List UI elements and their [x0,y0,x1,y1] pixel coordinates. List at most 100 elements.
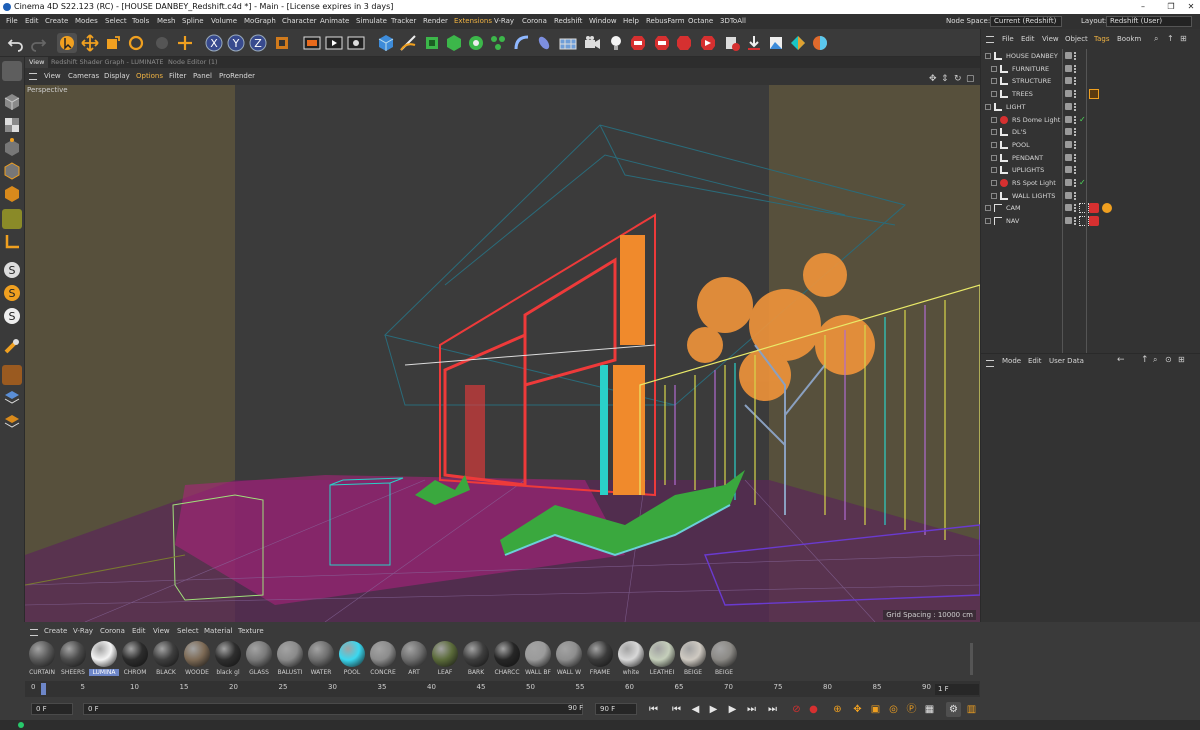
end-frame-field[interactable]: 90 F [595,703,637,715]
redshift-object-icon[interactable] [674,33,694,53]
expand-toggle-icon[interactable] [985,53,991,59]
object-row[interactable]: CAM [981,202,1200,215]
material-swatch[interactable]: BARK [461,641,491,679]
menu-mograph[interactable]: MoGraph [244,14,276,29]
key-parameter-icon[interactable]: Ⓟ [904,702,919,717]
menu-volume[interactable]: Volume [211,14,237,29]
auto-key-button[interactable]: ● [806,702,821,717]
expand-toggle-icon[interactable] [991,129,997,136]
material-swatch[interactable]: ART [399,641,429,679]
previous-key-button[interactable]: ⏮ [669,702,684,717]
search-icon[interactable]: ⌕ [1153,355,1157,365]
om-menu-view[interactable]: View [1042,31,1059,47]
mm-menu-corona[interactable]: Corona [100,627,125,635]
enabled-check-icon[interactable]: ✓ [1079,177,1086,190]
redshift-tag-icon[interactable] [1089,216,1099,227]
back-arrow-icon[interactable]: ← [1117,355,1125,365]
menu-modes[interactable]: Modes [75,14,98,29]
layer-checkbox[interactable] [1065,115,1072,123]
layer-checkbox[interactable] [1065,217,1072,225]
coordinate-system-icon[interactable] [272,33,292,53]
object-row[interactable]: FURNITURE [981,63,1200,76]
expand-toggle-icon[interactable] [991,78,997,85]
om-menu-edit[interactable]: Edit [1021,31,1035,47]
texture-mode-icon[interactable] [2,115,22,135]
brush-tool-icon[interactable] [2,336,22,356]
material-swatch[interactable]: WATER [306,641,336,679]
uv-mode-icon[interactable] [2,209,22,229]
material-swatch[interactable]: CHARCC [492,641,522,679]
menu-tools[interactable]: Tools [132,14,149,29]
x-axis-lock-button[interactable]: X [204,33,224,53]
key-rotation-icon[interactable]: ◎ [886,702,901,717]
menu-vray[interactable]: V-Ray [494,14,514,29]
keyframe-selection-icon[interactable]: ⊕ [830,702,845,717]
object-row[interactable]: DL'S [981,126,1200,139]
material-swatch[interactable]: BLACK [151,641,181,679]
menu-tracker[interactable]: Tracker [391,14,416,29]
render-region-icon[interactable] [302,33,322,53]
object-row[interactable]: RS Spot Light ✓ [981,177,1200,190]
visibility-dots[interactable] [1074,90,1076,99]
layer-checkbox[interactable] [1065,140,1072,148]
camera-tag-icon[interactable] [1102,203,1112,214]
material-swatch[interactable]: SHEERS [58,641,88,679]
z-axis-lock-button[interactable]: Z [248,33,268,53]
panel-menu-icon[interactable] [986,360,994,367]
object-row[interactable]: HOUSE DANBEY [981,50,1200,63]
tab-view[interactable]: View [25,57,49,68]
material-swatch[interactable]: CONCRE [368,641,398,679]
expand-toggle-icon[interactable] [985,205,991,212]
material-swatch[interactable]: CHROM [120,641,150,679]
select-tool-icon[interactable] [57,33,77,53]
visibility-dots[interactable] [1074,153,1076,162]
viewport-menu-display[interactable]: Display [104,68,130,85]
menu-redshift[interactable]: Redshift [554,14,582,29]
key-scale-icon[interactable]: ▣ [868,702,883,717]
viewport-mode-icon[interactable] [2,61,22,81]
bend-deformer-icon[interactable] [512,33,532,53]
viewport-menu-panel[interactable]: Panel [193,68,212,85]
viewport-menu-cameras[interactable]: Cameras [68,68,99,85]
material-swatch[interactable]: LUMINA [89,641,119,679]
object-row[interactable]: UPLIGHTS [981,164,1200,177]
cloner-icon[interactable] [466,33,486,53]
rotate-tool-icon[interactable] [126,33,146,53]
undo-button[interactable] [6,33,26,53]
material-swatch[interactable]: WALL W [554,641,584,679]
tab-redshift-shader-graph[interactable]: Redshift Shader Graph - LUMINATE [47,57,167,68]
menu-window[interactable]: Window [589,14,617,29]
menu-edit[interactable]: Edit [25,14,39,29]
om-menu-file[interactable]: File [1002,31,1014,47]
menu-character[interactable]: Character [282,14,317,29]
object-row[interactable]: LIGHT [981,101,1200,114]
current-frame-field[interactable]: 1 F [935,684,979,695]
menu-extensions[interactable]: Extensions [454,14,492,29]
protection-tag-icon[interactable] [1079,216,1089,227]
layer-checkbox[interactable] [1065,128,1072,136]
snap-icon[interactable]: S [2,260,22,280]
menu-spline[interactable]: Spline [182,14,204,29]
timeline-playhead[interactable] [41,683,46,695]
om-menu-tags[interactable]: Tags [1094,31,1110,47]
object-row[interactable]: WALL LIGHTS [981,190,1200,203]
grid-icon[interactable] [2,411,22,431]
menu-select[interactable]: Select [105,14,127,29]
menu-mesh[interactable]: Mesh [157,14,175,29]
new-view-icon[interactable]: ⊞ [1178,355,1185,364]
material-swatch[interactable]: POOL [337,641,367,679]
scheme-settings-icon[interactable]: ⚙ [946,702,961,717]
menu-help[interactable]: Help [623,14,639,29]
expand-toggle-icon[interactable] [985,103,991,110]
light-object-icon[interactable] [606,33,626,53]
material-swatch[interactable]: black gl [213,641,243,679]
record-keys-button[interactable]: ⊘ [789,702,804,717]
material-swatch[interactable]: LEATHEI [647,641,677,679]
object-row[interactable]: POOL [981,139,1200,152]
redshift-material-icon[interactable] [652,33,672,53]
mm-menu-vray[interactable]: V-Ray [73,627,93,635]
visibility-dots[interactable] [1074,140,1076,149]
am-menu-user-data[interactable]: User Data [1049,357,1084,365]
pen-spline-icon[interactable] [398,33,418,53]
menu-animate[interactable]: Animate [320,14,349,29]
